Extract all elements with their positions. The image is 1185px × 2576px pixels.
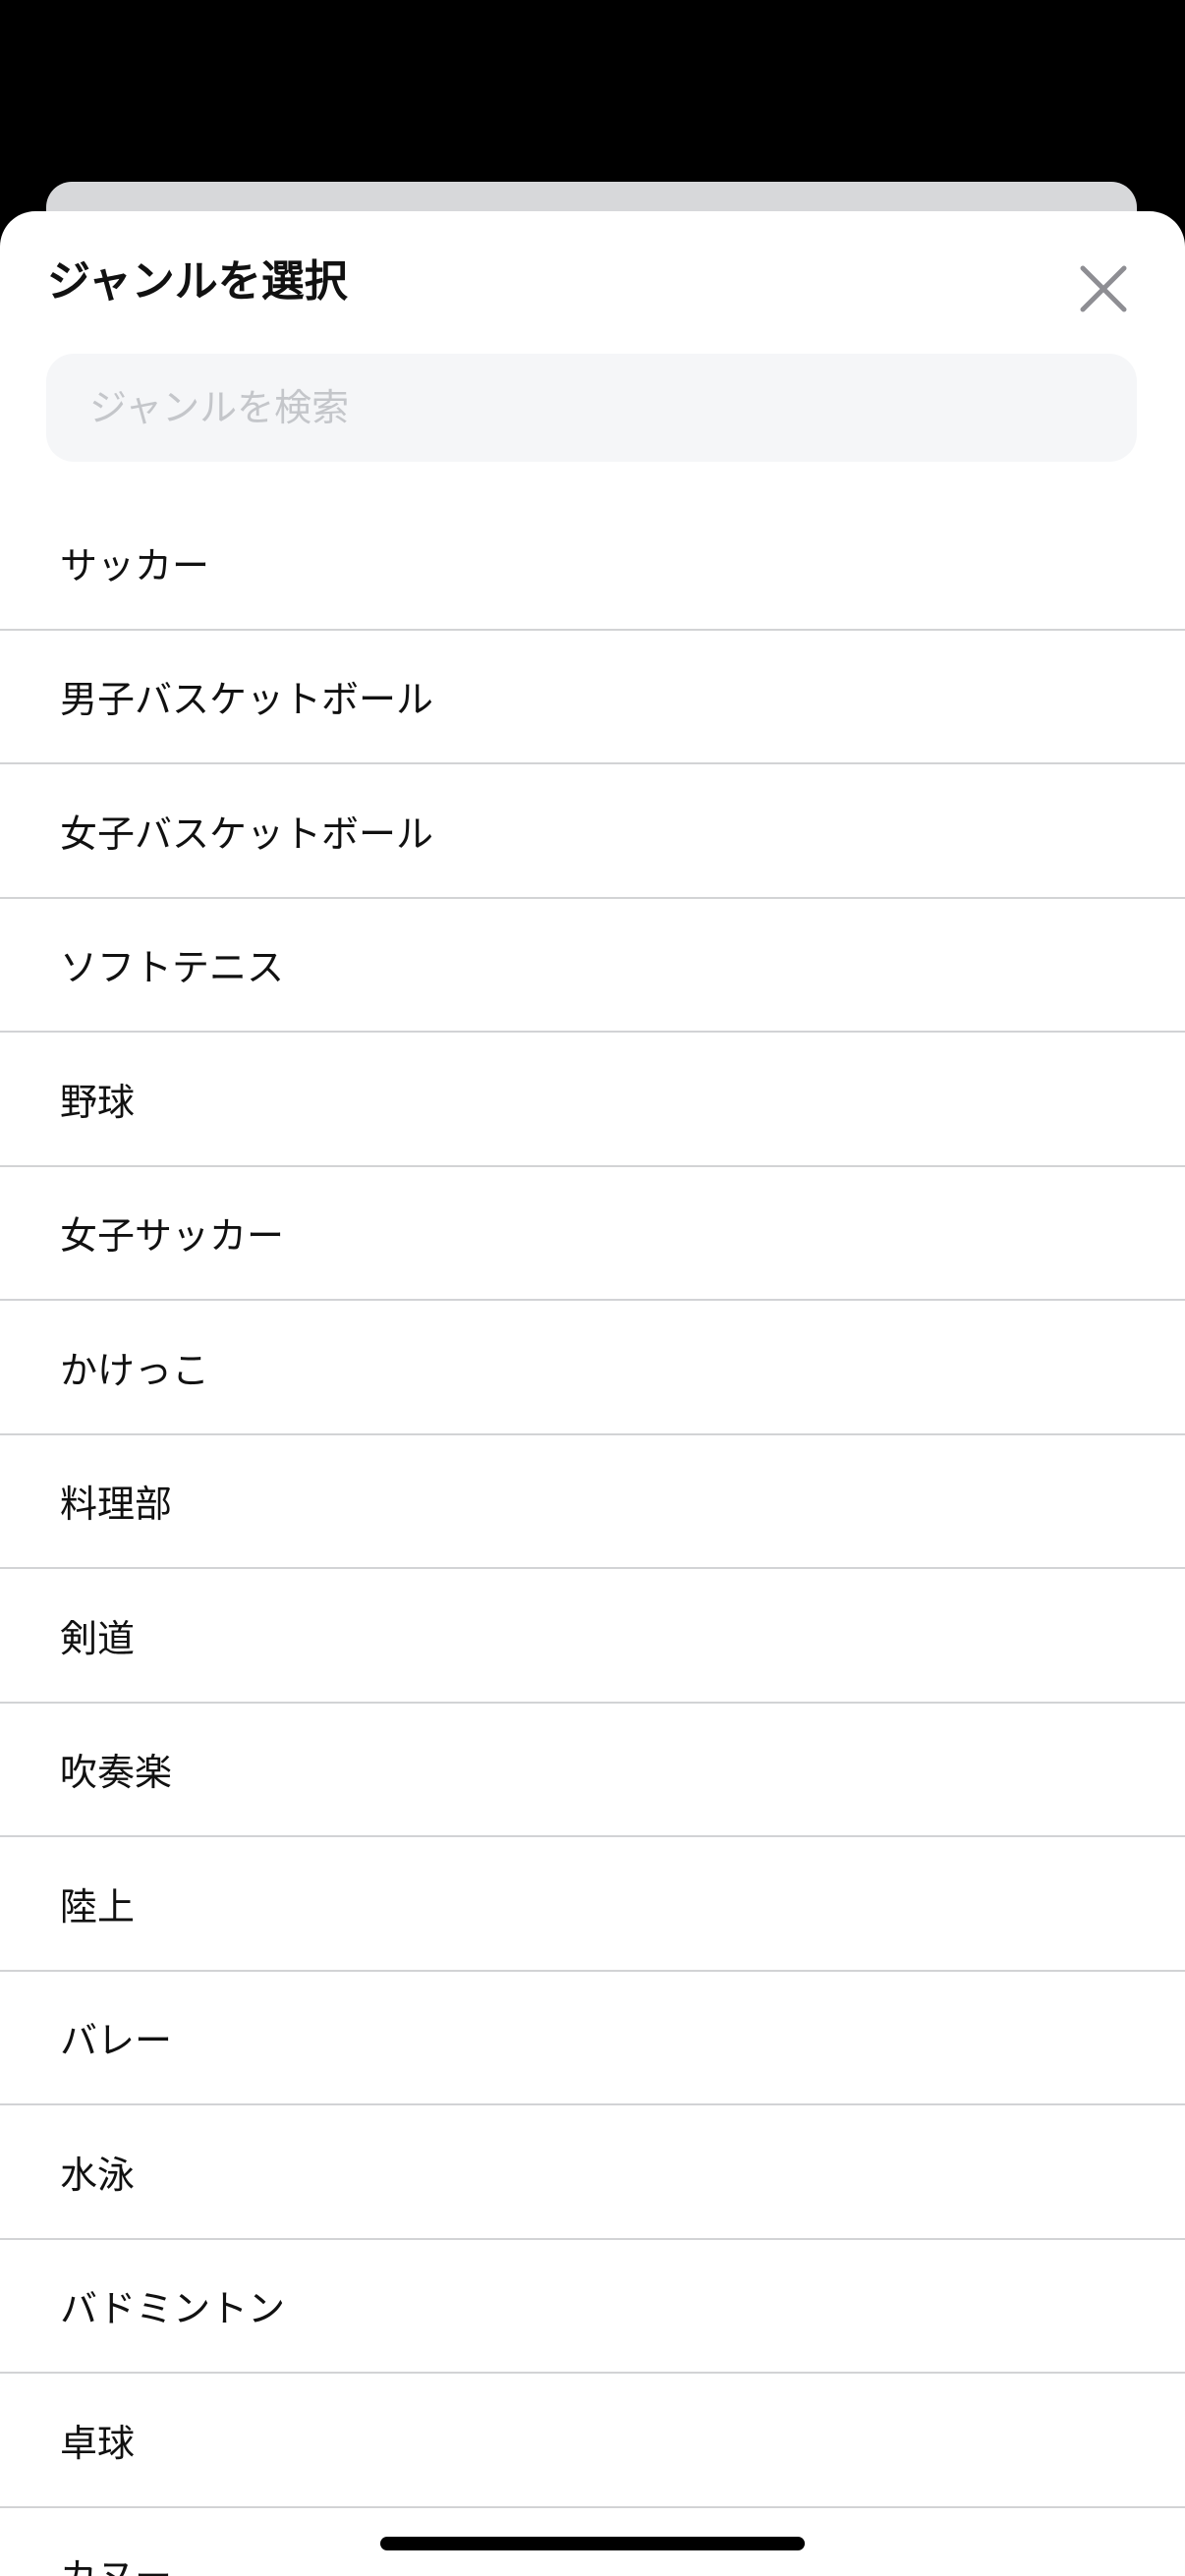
- genre-list-item[interactable]: 野球: [0, 1033, 1185, 1167]
- genre-list-item[interactable]: 陸上: [0, 1837, 1185, 1972]
- genre-list: サッカー 男子バスケットボール 女子バスケットボール ソフトテニス 野球 女子サッカー かけ…: [0, 496, 1185, 2576]
- search-box: [46, 354, 1137, 462]
- sheet-header: ジャンルを選択: [0, 211, 1185, 354]
- search-input[interactable]: [46, 354, 1137, 462]
- genre-list-item[interactable]: かけっこ: [0, 1301, 1185, 1435]
- genre-list-item[interactable]: 卓球: [0, 2374, 1185, 2508]
- genre-list-item[interactable]: 料理部: [0, 1435, 1185, 1569]
- genre-list-item[interactable]: 男子バスケットボール: [0, 631, 1185, 764]
- genre-list-item[interactable]: 女子バスケットボール: [0, 764, 1185, 899]
- sheet-title: ジャンルを選択: [47, 256, 348, 307]
- genre-list-item[interactable]: バレー: [0, 1972, 1185, 2105]
- genre-list-item[interactable]: サッカー: [0, 496, 1185, 631]
- genre-list-item[interactable]: 女子サッカー: [0, 1167, 1185, 1301]
- close-icon: [1080, 265, 1127, 312]
- genre-list-item[interactable]: 水泳: [0, 2105, 1185, 2240]
- genre-list-item[interactable]: 剣道: [0, 1569, 1185, 1704]
- genre-picker-sheet: ジャンルを選択 サッカー男子バスケットボール女子バスケットボールソフトテニス野球…: [0, 211, 1185, 2576]
- genre-list-item[interactable]: ソフトテニス: [0, 899, 1185, 1033]
- genre-list-item[interactable]: 吹奏楽: [0, 1704, 1185, 1837]
- home-indicator: [380, 2537, 805, 2550]
- close-button[interactable]: [1069, 254, 1138, 323]
- genre-list-item[interactable]: バドミントン: [0, 2240, 1185, 2374]
